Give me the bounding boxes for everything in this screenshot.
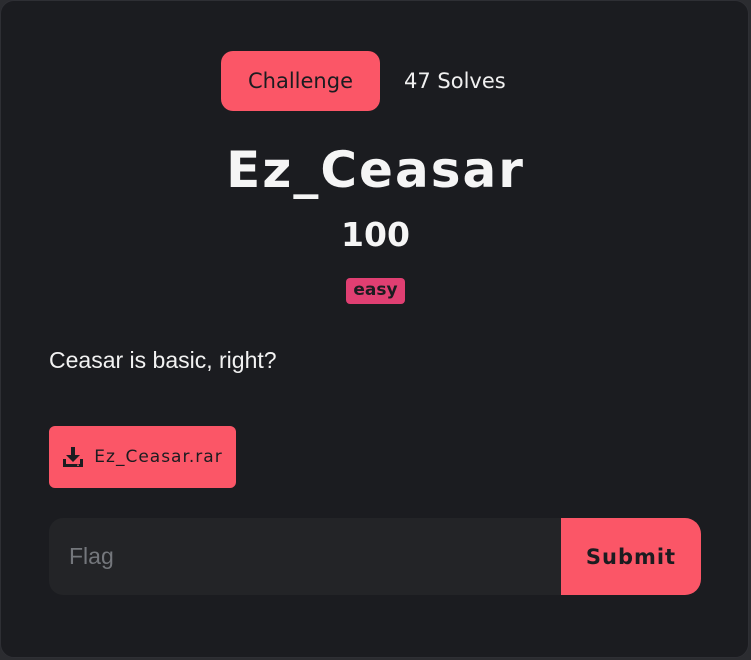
challenge-description: Ceasar is basic, right?: [49, 347, 277, 373]
submit-button[interactable]: Submit: [561, 518, 701, 595]
download-file-button[interactable]: Ez_Ceasar.rar: [49, 426, 236, 488]
tag-container: easy: [1, 278, 750, 304]
tab-challenge[interactable]: Challenge: [221, 51, 380, 111]
tab-solves-label: 47 Solves: [404, 69, 506, 93]
file-name: Ez_Ceasar.rar: [94, 447, 223, 467]
flag-form: Submit: [49, 518, 701, 595]
difficulty-tag: easy: [346, 278, 405, 304]
tab-solves[interactable]: 47 Solves: [404, 69, 506, 93]
challenge-modal: Challenge 47 Solves Ez_Ceasar 100 easy C…: [0, 0, 749, 658]
tab-challenge-label: Challenge: [248, 69, 353, 93]
challenge-points: 100: [341, 215, 410, 254]
challenge-tabs: Challenge 47 Solves: [221, 51, 506, 111]
challenge-title: Ez_Ceasar: [226, 141, 525, 199]
download-icon: [63, 447, 84, 467]
flag-input[interactable]: [49, 518, 561, 595]
